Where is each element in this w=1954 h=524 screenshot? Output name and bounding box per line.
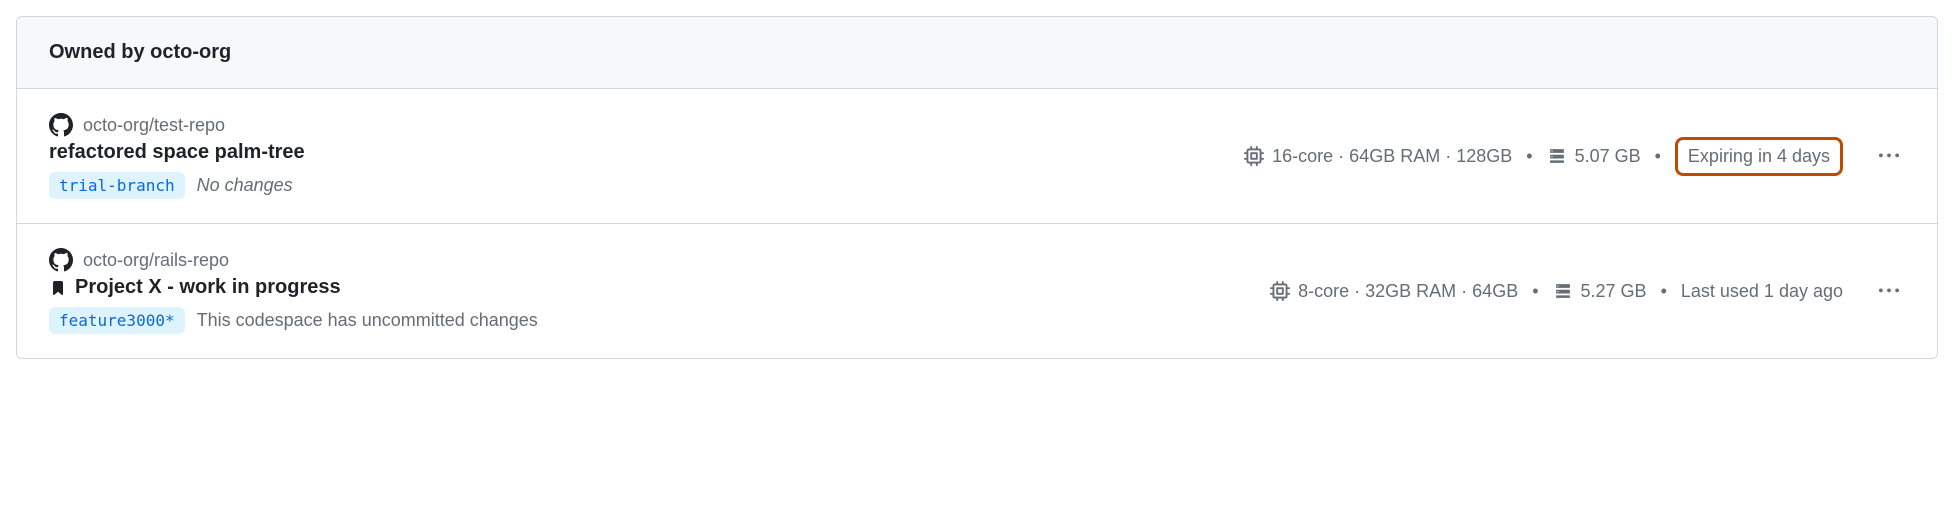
kebab-menu-button[interactable] — [1873, 275, 1905, 307]
changes-text: No changes — [197, 175, 293, 196]
expiration-status: Expiring in 4 days — [1675, 137, 1843, 176]
database-icon — [1553, 281, 1573, 301]
storage-spec: 5.27 GB — [1553, 281, 1647, 302]
github-icon — [49, 113, 73, 137]
changes-text: This codespace has uncommitted changes — [197, 310, 538, 331]
codespace-info: octo-org/test-repo refactored space palm… — [49, 113, 1244, 199]
storage-spec: 5.07 GB — [1547, 146, 1641, 167]
branch-line: trial-branch No changes — [49, 172, 1244, 199]
codespace-row: octo-org/rails-repo Project X - work in … — [17, 224, 1937, 358]
codespace-info: octo-org/rails-repo Project X - work in … — [49, 248, 1270, 334]
branch-badge[interactable]: feature3000* — [49, 307, 185, 334]
kebab-menu-button[interactable] — [1873, 140, 1905, 172]
codespace-meta: 16-core · 64GB RAM · 128GB • 5.07 GB • E… — [1244, 137, 1905, 176]
storage-text: 5.27 GB — [1581, 281, 1647, 302]
bookmark-icon — [49, 279, 67, 297]
list-header: Owned by octo-org — [17, 17, 1937, 89]
repo-line: octo-org/rails-repo — [49, 248, 1270, 272]
branch-line: feature3000* This codespace has uncommit… — [49, 307, 1270, 334]
repo-name[interactable]: octo-org/rails-repo — [83, 250, 229, 271]
last-used-status: Last used 1 day ago — [1681, 281, 1843, 302]
codespace-row: octo-org/test-repo refactored space palm… — [17, 89, 1937, 224]
codespace-title[interactable]: refactored space palm-tree — [49, 141, 305, 164]
machine-spec: 16-core · 64GB RAM · 128GB — [1244, 146, 1512, 167]
codespace-title[interactable]: Project X - work in progress — [75, 276, 341, 299]
cpu-icon — [1270, 281, 1290, 301]
repo-line: octo-org/test-repo — [49, 113, 1244, 137]
codespace-title-line: Project X - work in progress — [49, 276, 1270, 299]
storage-text: 5.07 GB — [1575, 146, 1641, 167]
separator: • — [1661, 281, 1667, 302]
separator: • — [1655, 146, 1661, 167]
separator: • — [1526, 146, 1532, 167]
machine-spec-text: 8-core · 32GB RAM · 64GB — [1298, 281, 1518, 302]
machine-spec-text: 16-core · 64GB RAM · 128GB — [1272, 146, 1512, 167]
github-icon — [49, 248, 73, 272]
codespace-meta: 8-core · 32GB RAM · 64GB • 5.27 GB • Las… — [1270, 275, 1905, 307]
separator: • — [1532, 281, 1538, 302]
owner-title: Owned by octo-org — [49, 41, 1905, 64]
codespace-title-line: refactored space palm-tree — [49, 141, 1244, 164]
cpu-icon — [1244, 146, 1264, 166]
codespaces-list: Owned by octo-org octo-org/test-repo ref… — [16, 16, 1938, 359]
machine-spec: 8-core · 32GB RAM · 64GB — [1270, 281, 1518, 302]
database-icon — [1547, 146, 1567, 166]
branch-badge[interactable]: trial-branch — [49, 172, 185, 199]
repo-name[interactable]: octo-org/test-repo — [83, 115, 225, 136]
